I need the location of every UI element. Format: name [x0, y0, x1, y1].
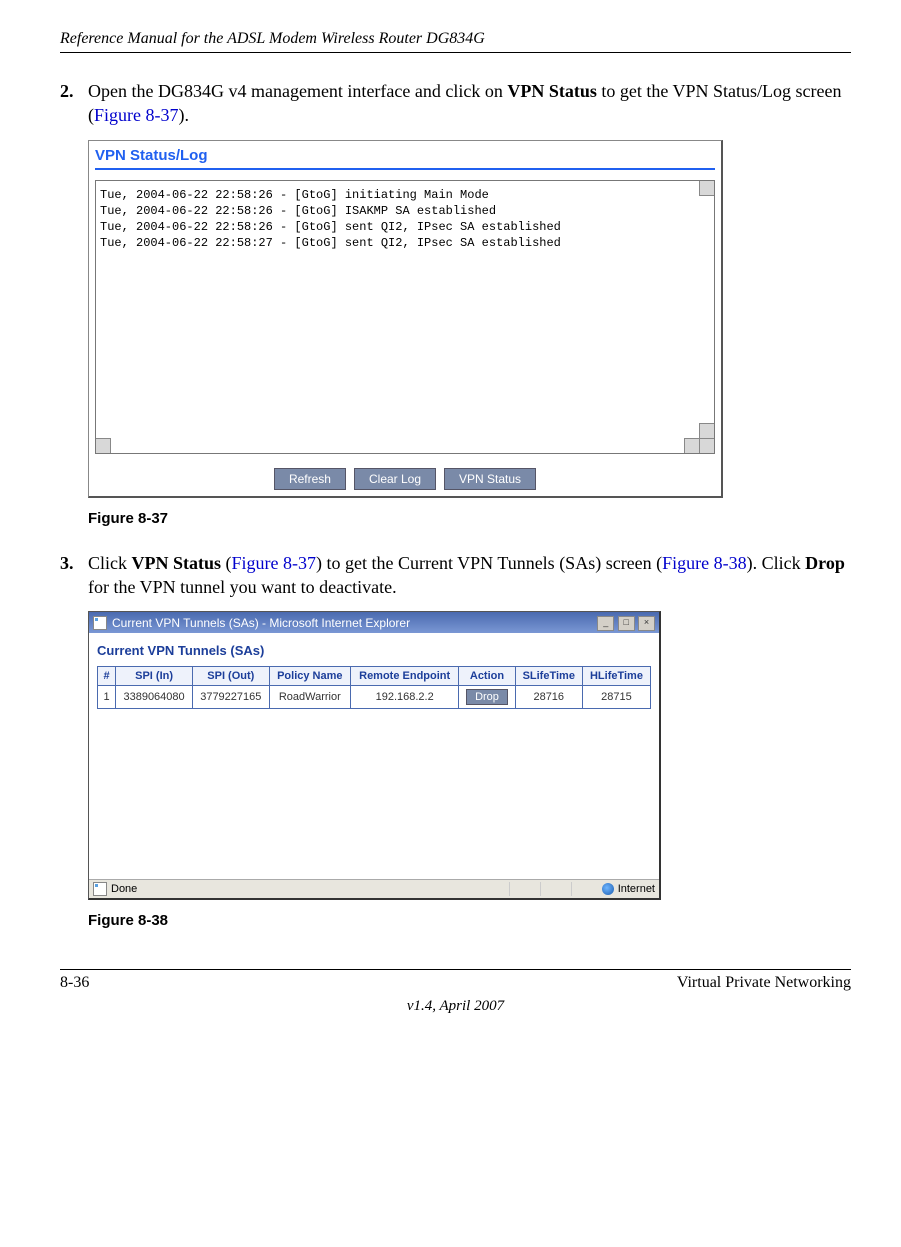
table-header-row: # SPI (In) SPI (Out) Policy Name Remote … [98, 667, 651, 686]
vpn-log-textarea[interactable]: Tue, 2004-06-22 22:58:26 - [GtoG] initia… [95, 180, 715, 454]
vpn-status-log-title: VPN Status/Log [95, 147, 715, 164]
col-hlifetime: HLifeTime [582, 667, 650, 686]
cell-remote: 192.168.2.2 [350, 686, 459, 709]
status-cell [571, 882, 598, 896]
status-done-text: Done [111, 883, 137, 895]
drop-button[interactable]: Drop [466, 689, 508, 705]
vpn-tunnels-table: # SPI (In) SPI (Out) Policy Name Remote … [97, 666, 651, 709]
close-button[interactable]: × [638, 616, 655, 631]
figure-8-38-window: Current VPN Tunnels (SAs) - Microsoft In… [88, 611, 851, 900]
step-2-bold: VPN Status [507, 81, 597, 101]
step-2-number: 2. [60, 79, 88, 128]
cell-policy: RoadWarrior [269, 686, 350, 709]
cell-spi-out: 3779227165 [192, 686, 269, 709]
refresh-button[interactable]: Refresh [274, 468, 346, 490]
step-2-post: ). [179, 105, 190, 125]
status-cell [540, 882, 567, 896]
scroll-right-icon[interactable] [684, 438, 700, 453]
step-3-number: 3. [60, 551, 88, 600]
log-line: Tue, 2004-06-22 22:58:26 - [GtoG] initia… [100, 187, 710, 203]
figure-8-37-caption: Figure 8-37 [88, 510, 851, 527]
window-titlebar[interactable]: Current VPN Tunnels (SAs) - Microsoft In… [89, 612, 659, 633]
minimize-button[interactable]: _ [597, 616, 614, 631]
t: ). Click [747, 553, 806, 573]
figure-8-38-caption: Figure 8-38 [88, 912, 851, 929]
col-remote-endpoint: Remote Endpoint [350, 667, 459, 686]
table-row: 1 3389064080 3779227165 RoadWarrior 192.… [98, 686, 651, 709]
step-3: 3. Click VPN Status (Figure 8-37) to get… [60, 551, 851, 600]
clear-log-button[interactable]: Clear Log [354, 468, 436, 490]
col-spi-out: SPI (Out) [192, 667, 269, 686]
status-zone-text: Internet [618, 883, 655, 895]
version-date: v1.4, April 2007 [60, 998, 851, 1015]
log-line: Tue, 2004-06-22 22:58:27 - [GtoG] sent Q… [100, 235, 710, 251]
step-2-text: Open the DG834G v4 management interface … [88, 79, 851, 128]
ie-page-icon [93, 616, 107, 630]
cell-slife: 28716 [515, 686, 582, 709]
t: Click [88, 553, 132, 573]
cell-num: 1 [98, 686, 116, 709]
scroll-corner [699, 438, 714, 453]
scroll-down-icon[interactable] [699, 423, 714, 439]
done-icon [93, 882, 107, 896]
page-number: 8-36 [60, 974, 89, 992]
t: ) to get the Current VPN Tunnels (SAs) s… [316, 553, 662, 573]
b: VPN Status [132, 553, 222, 573]
scroll-up-icon[interactable] [699, 181, 714, 196]
step-2-pre: Open the DG834G v4 management interface … [88, 81, 507, 101]
chapter-title: Virtual Private Networking [677, 974, 851, 992]
ie-status-bar: Done Internet [89, 879, 659, 898]
figure-8-37-panel: VPN Status/Log Tue, 2004-06-22 22:58:26 … [88, 140, 851, 498]
vpn-status-button[interactable]: VPN Status [444, 468, 536, 490]
col-slifetime: SLifeTime [515, 667, 582, 686]
col-policy-name: Policy Name [269, 667, 350, 686]
step-2-figref[interactable]: Figure 8-37 [94, 105, 179, 125]
window-blank-area [97, 709, 651, 879]
internet-zone-icon [602, 883, 614, 895]
panel-divider [95, 168, 715, 170]
log-line: Tue, 2004-06-22 22:58:26 - [GtoG] sent Q… [100, 219, 710, 235]
current-vpn-tunnels-heading: Current VPN Tunnels (SAs) [97, 643, 651, 658]
col-num: # [98, 667, 116, 686]
figref-8-37[interactable]: Figure 8-37 [232, 553, 317, 573]
log-line: Tue, 2004-06-22 22:58:26 - [GtoG] ISAKMP… [100, 203, 710, 219]
cell-action: Drop [459, 686, 515, 709]
step-3-text: Click VPN Status (Figure 8-37) to get th… [88, 551, 851, 600]
status-cell [509, 882, 536, 896]
window-title-text: Current VPN Tunnels (SAs) - Microsoft In… [112, 616, 410, 630]
figref-8-38[interactable]: Figure 8-38 [662, 553, 747, 573]
t: ( [221, 553, 232, 573]
cell-hlife: 28715 [582, 686, 650, 709]
t: for the VPN tunnel you want to deactivat… [88, 577, 397, 597]
maximize-button[interactable]: □ [618, 616, 635, 631]
page-header: Reference Manual for the ADSL Modem Wire… [60, 30, 851, 53]
scroll-left-icon[interactable] [96, 438, 111, 453]
col-action: Action [459, 667, 515, 686]
cell-spi-in: 3389064080 [116, 686, 193, 709]
page-footer: 8-36 Virtual Private Networking [60, 969, 851, 992]
step-2: 2. Open the DG834G v4 management interfa… [60, 79, 851, 128]
b: Drop [805, 553, 845, 573]
col-spi-in: SPI (In) [116, 667, 193, 686]
